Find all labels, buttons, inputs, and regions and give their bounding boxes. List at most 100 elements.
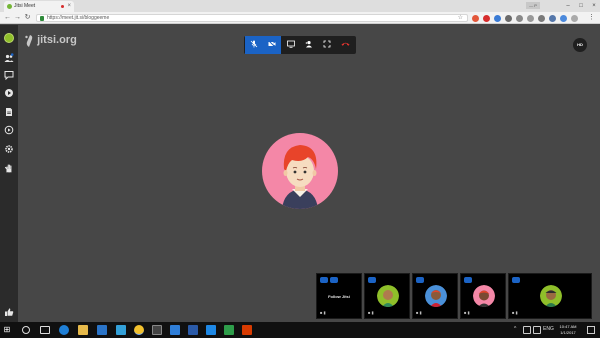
extension-doc-icon[interactable] <box>571 15 578 22</box>
document-icon[interactable] <box>4 107 14 117</box>
dominant-speaker-avatar <box>262 133 338 209</box>
thumbnail-participant[interactable]: ■ ▮ <box>412 273 458 319</box>
local-user-avatar[interactable] <box>4 33 14 43</box>
file-explorer-icon[interactable] <box>78 325 88 335</box>
address-bar[interactable]: https://meet.jit.si/bloggeeme ☆ <box>36 14 468 22</box>
thumbnail-participant[interactable]: ■ ▮ <box>364 273 410 319</box>
camera-off-icon <box>268 40 276 48</box>
extension-block-icon[interactable] <box>483 15 490 22</box>
close-window-button[interactable]: × <box>588 1 600 11</box>
powerpoint-icon[interactable] <box>242 325 252 335</box>
extension-lock-icon[interactable] <box>549 15 556 22</box>
store-icon[interactable] <box>97 325 107 335</box>
monitor-icon <box>287 40 295 48</box>
browser-toolbar: ← → ↻ https://meet.jit.si/bloggeeme ☆ ⋮ <box>0 12 600 24</box>
extension-grid-icon[interactable] <box>505 15 512 22</box>
recording-dot-icon <box>61 5 64 8</box>
invite-button[interactable] <box>300 36 318 54</box>
thumb-status-icons: ■ ▮ <box>416 310 422 315</box>
conference-toolbar <box>244 36 356 54</box>
profile-badge[interactable]: — P <box>526 2 540 9</box>
lock-icon <box>40 16 44 21</box>
logo-text: jitsi.org <box>37 34 77 46</box>
pin-icon[interactable] <box>368 277 376 283</box>
chrome-icon[interactable] <box>134 325 144 335</box>
chat-icon[interactable] <box>4 70 14 81</box>
raise-hand-icon[interactable] <box>4 163 14 173</box>
volume-icon[interactable] <box>533 326 541 334</box>
forward-button[interactable]: → <box>13 13 22 23</box>
pin-icon[interactable] <box>320 277 328 283</box>
jitsi-meet-app: jitsi.org HD Follow Jitsi ■ ▮ ■ ▮ ■ ▮ ■ … <box>0 25 600 322</box>
bookmark-star-icon[interactable]: ☆ <box>458 15 463 22</box>
camera-toggle-button[interactable] <box>263 36 281 54</box>
thumbnail-participant[interactable]: ■ ▮ <box>508 273 592 319</box>
extension-camera-icon[interactable] <box>527 15 534 22</box>
maximize-button[interactable]: □ <box>575 1 587 11</box>
screen-share-button[interactable] <box>282 36 300 54</box>
fullscreen-button[interactable] <box>318 36 336 54</box>
search-icon[interactable] <box>22 326 30 334</box>
play-icon[interactable] <box>4 125 14 135</box>
participant-avatar <box>473 285 495 307</box>
thumb-status-icons: ■ ▮ <box>368 310 374 315</box>
windows-taskbar: ⊞ ^ ENG 10:47 AM 1/1/2017 <box>0 322 600 338</box>
jitsi-logo[interactable]: jitsi.org <box>24 34 77 48</box>
thumb-status-icons: ■ ▮ <box>464 310 470 315</box>
participant-avatar <box>540 285 562 307</box>
video-quality-button[interactable]: HD <box>573 38 587 52</box>
share-video-icon[interactable] <box>4 88 14 98</box>
participants-icon[interactable] <box>4 53 14 63</box>
thumbnail-local[interactable]: Follow Jitsi ■ ▮ <box>316 273 362 319</box>
tab-close-button[interactable]: × <box>67 1 71 12</box>
participant-avatar <box>377 285 399 307</box>
task-view-icon[interactable] <box>40 326 50 334</box>
jitsi-favicon-icon <box>7 4 12 9</box>
browser-titlebar: Jitsi Meet × — P – □ × <box>0 0 600 12</box>
network-icon[interactable] <box>523 326 531 334</box>
notification-center-icon[interactable] <box>587 326 595 334</box>
extension-opera-icon[interactable] <box>472 15 479 22</box>
follow-jitsi-label: Follow Jitsi <box>328 294 350 299</box>
add-user-icon <box>305 41 312 48</box>
chrome-menu-icon[interactable]: ⋮ <box>587 13 596 23</box>
hangup-phone-icon <box>341 42 349 46</box>
mute-mic-button[interactable] <box>245 36 263 54</box>
hangup-button[interactable] <box>336 36 354 54</box>
tab-title: Jitsi Meet <box>14 3 36 9</box>
browser-tab[interactable]: Jitsi Meet × <box>4 1 74 12</box>
skype-icon[interactable] <box>170 325 180 335</box>
start-button[interactable]: ⊞ <box>2 325 12 335</box>
thumb-status-icons: ■ ▮ <box>320 310 326 315</box>
minimize-button[interactable]: – <box>562 1 574 11</box>
left-sidebar <box>0 25 18 322</box>
desktop-screen: Jitsi Meet × — P – □ × ← → ↻ https://mee… <box>0 0 600 338</box>
edge-icon[interactable] <box>59 325 69 335</box>
extension-cast-icon[interactable] <box>538 15 545 22</box>
teamviewer-icon[interactable] <box>206 325 216 335</box>
app-blue-icon[interactable] <box>188 325 198 335</box>
terminal-icon[interactable] <box>152 325 162 335</box>
pin-icon[interactable] <box>464 277 472 283</box>
back-button[interactable]: ← <box>3 13 12 23</box>
extension-globe-icon[interactable] <box>494 15 501 22</box>
excel-icon[interactable] <box>224 325 234 335</box>
audio-level-icon <box>330 277 338 283</box>
app-window-icon[interactable] <box>116 325 126 335</box>
mic-off-icon <box>250 40 258 48</box>
pin-icon[interactable] <box>512 277 520 283</box>
tray-chevron-icon[interactable]: ^ <box>514 326 516 332</box>
participant-avatar <box>425 285 447 307</box>
reload-button[interactable]: ↻ <box>23 13 32 23</box>
settings-icon[interactable] <box>4 144 14 154</box>
url-text: https://meet.jit.si/bloggeeme <box>47 15 110 21</box>
fullscreen-icon <box>323 40 331 48</box>
extension-shield-icon[interactable] <box>516 15 523 22</box>
jitsi-logo-icon <box>25 35 33 47</box>
thumb-status-icons: ■ ▮ <box>512 310 518 315</box>
thumbs-up-icon[interactable] <box>4 307 14 317</box>
system-clock[interactable]: 10:47 AM 1/1/2017 <box>553 324 583 336</box>
extension-video-icon[interactable] <box>560 15 567 22</box>
thumbnail-participant[interactable]: ■ ▮ <box>460 273 506 319</box>
pin-icon[interactable] <box>416 277 424 283</box>
